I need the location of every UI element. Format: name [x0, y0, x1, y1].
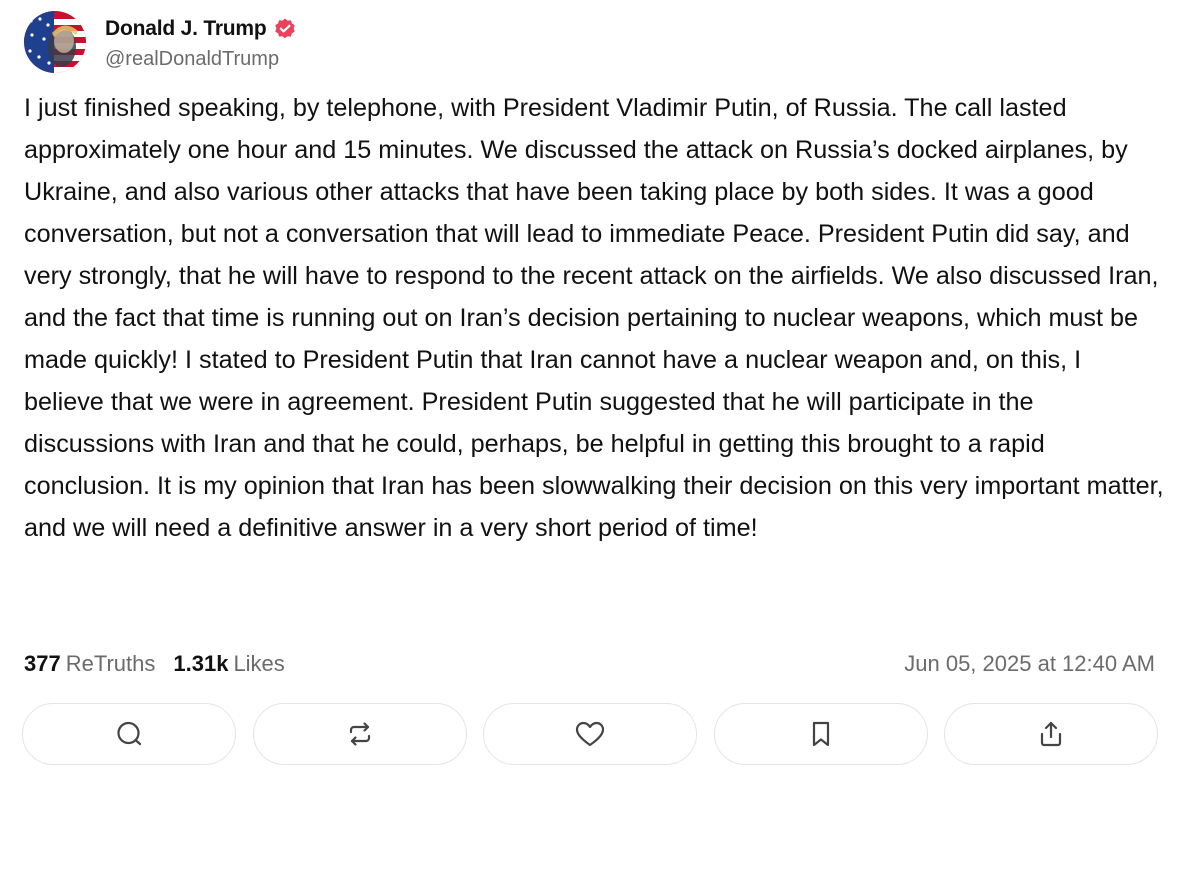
author-handle[interactable]: @realDonaldTrump: [105, 48, 297, 71]
share-icon: [1036, 719, 1066, 749]
post-text: I just finished speaking, by telephone, …: [24, 94, 1164, 542]
reply-icon: [114, 719, 144, 749]
like-button[interactable]: [483, 703, 697, 765]
post-timestamp[interactable]: Jun 05, 2025 at 12:40 AM: [904, 651, 1155, 677]
bookmark-button[interactable]: [713, 703, 928, 765]
like-heart-icon: [574, 719, 606, 749]
retruth-button[interactable]: [252, 703, 467, 765]
likes-label: Likes: [233, 651, 285, 676]
avatar[interactable]: [24, 11, 86, 73]
post-card: Donald J. Trump @realDonaldTrump I just …: [0, 0, 1179, 871]
profile-photo: [24, 11, 86, 73]
verified-badge-icon: [273, 17, 297, 41]
post-header: Donald J. Trump @realDonaldTrump: [24, 11, 297, 73]
author-names: Donald J. Trump @realDonaldTrump: [105, 14, 297, 71]
bookmark-icon: [806, 719, 836, 749]
display-name[interactable]: Donald J. Trump: [105, 17, 267, 41]
retruths-count: 377: [24, 651, 61, 676]
share-button[interactable]: [944, 703, 1158, 765]
action-bar: [22, 703, 1158, 767]
reply-button[interactable]: [22, 703, 236, 765]
retruths-label: ReTruths: [65, 651, 156, 676]
likes-count: 1.31k: [173, 651, 229, 676]
name-row: Donald J. Trump: [105, 14, 297, 44]
post-stats: 377 ReTruths 1.31k Likes Jun 05, 2025 at…: [24, 648, 1155, 680]
retruths-stat[interactable]: 377 ReTruths: [24, 651, 155, 677]
likes-stat[interactable]: 1.31k Likes: [173, 651, 284, 677]
retruth-icon: [345, 719, 375, 749]
